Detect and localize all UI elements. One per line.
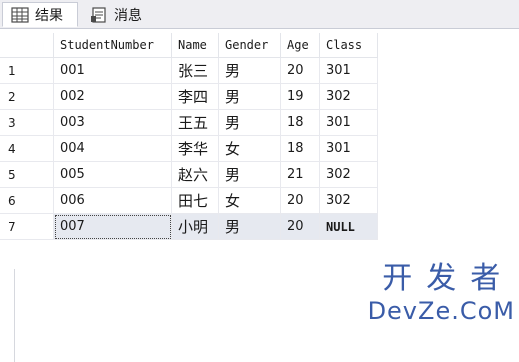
cell-age[interactable]: 20 bbox=[281, 58, 320, 84]
tab-messages-label: 消息 bbox=[114, 7, 142, 24]
cell-age[interactable]: 21 bbox=[281, 162, 320, 188]
cell-class[interactable]: 301 bbox=[320, 58, 378, 84]
column-header-name[interactable]: Name bbox=[172, 33, 219, 58]
table-row[interactable]: 3 003 王五 男 18 301 bbox=[0, 110, 378, 136]
watermark-bottom-text: DevZe.CoM bbox=[367, 297, 515, 325]
cell-class[interactable]: 302 bbox=[320, 188, 378, 214]
cell-studentnumber[interactable]: 007 bbox=[54, 214, 172, 240]
watermark-top-text: 开发者 bbox=[382, 261, 515, 296]
cell-class-null[interactable]: NULL bbox=[320, 214, 378, 240]
cell-gender[interactable]: 男 bbox=[219, 214, 281, 240]
row-number[interactable]: 1 bbox=[0, 58, 54, 84]
cell-studentnumber[interactable]: 006 bbox=[54, 188, 172, 214]
cell-studentnumber[interactable]: 001 bbox=[54, 58, 172, 84]
cell-gender[interactable]: 男 bbox=[219, 84, 281, 110]
row-number[interactable]: 4 bbox=[0, 136, 54, 162]
cell-class[interactable]: 301 bbox=[320, 136, 378, 162]
cell-name[interactable]: 王五 bbox=[172, 110, 219, 136]
table-row[interactable]: 6 006 田七 女 20 302 bbox=[0, 188, 378, 214]
cell-age[interactable]: 20 bbox=[281, 214, 320, 240]
cell-age[interactable]: 18 bbox=[281, 110, 320, 136]
cell-class[interactable]: 301 bbox=[320, 110, 378, 136]
row-number[interactable]: 7 bbox=[0, 214, 54, 240]
grid-left-divider bbox=[14, 269, 15, 362]
row-number[interactable]: 5 bbox=[0, 162, 54, 188]
messages-icon bbox=[91, 6, 106, 23]
cell-class[interactable]: 302 bbox=[320, 162, 378, 188]
cell-name[interactable]: 张三 bbox=[172, 58, 219, 84]
cell-age[interactable]: 19 bbox=[281, 84, 320, 110]
tab-results[interactable]: 结果 bbox=[2, 2, 78, 27]
cell-name[interactable]: 小明 bbox=[172, 214, 219, 240]
grid-icon bbox=[11, 6, 29, 23]
table-row-selected[interactable]: 7 007 小明 男 20 NULL bbox=[0, 214, 378, 240]
column-header-studentnumber[interactable]: StudentNumber bbox=[54, 33, 172, 58]
table-row[interactable]: 1 001 张三 男 20 301 bbox=[0, 58, 378, 84]
column-header-gender[interactable]: Gender bbox=[219, 33, 281, 58]
row-number[interactable]: 2 bbox=[0, 84, 54, 110]
cell-class[interactable]: 302 bbox=[320, 84, 378, 110]
results-tab-bar: 结果 消息 bbox=[0, 0, 519, 29]
table-row[interactable]: 2 002 李四 男 19 302 bbox=[0, 84, 378, 110]
cell-studentnumber[interactable]: 004 bbox=[54, 136, 172, 162]
table-row[interactable]: 5 005 赵六 男 21 302 bbox=[0, 162, 378, 188]
cell-name[interactable]: 田七 bbox=[172, 188, 219, 214]
site-watermark: 开发者 DevZe.CoM bbox=[368, 262, 515, 326]
tab-messages[interactable]: 消息 bbox=[82, 2, 148, 27]
cell-gender[interactable]: 男 bbox=[219, 110, 281, 136]
cell-gender[interactable]: 女 bbox=[219, 188, 281, 214]
tab-results-label: 结果 bbox=[35, 7, 63, 24]
cell-age[interactable]: 18 bbox=[281, 136, 320, 162]
cell-name[interactable]: 李四 bbox=[172, 84, 219, 110]
cell-gender[interactable]: 男 bbox=[219, 58, 281, 84]
row-number[interactable]: 3 bbox=[0, 110, 54, 136]
column-header-class[interactable]: Class bbox=[320, 33, 378, 58]
cell-gender[interactable]: 男 bbox=[219, 162, 281, 188]
cell-name[interactable]: 赵六 bbox=[172, 162, 219, 188]
cell-studentnumber[interactable]: 003 bbox=[54, 110, 172, 136]
row-number-header[interactable] bbox=[0, 33, 54, 58]
table-row[interactable]: 4 004 李华 女 18 301 bbox=[0, 136, 378, 162]
row-number[interactable]: 6 bbox=[0, 188, 54, 214]
column-header-age[interactable]: Age bbox=[281, 33, 320, 58]
cell-name[interactable]: 李华 bbox=[172, 136, 219, 162]
cell-studentnumber[interactable]: 002 bbox=[54, 84, 172, 110]
cell-gender[interactable]: 女 bbox=[219, 136, 281, 162]
cell-age[interactable]: 20 bbox=[281, 188, 320, 214]
cell-studentnumber[interactable]: 005 bbox=[54, 162, 172, 188]
